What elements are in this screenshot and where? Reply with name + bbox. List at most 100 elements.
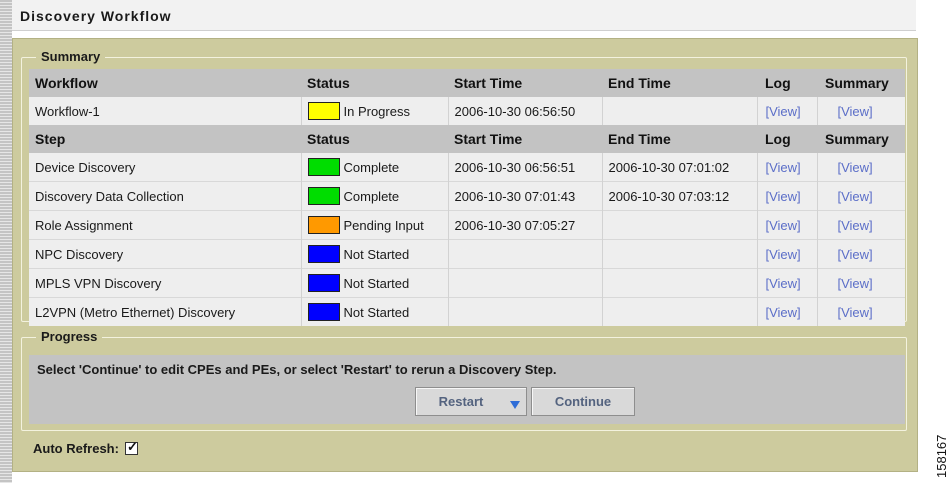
step-name: MPLS VPN Discovery — [29, 268, 302, 298]
workflow-header-row: Workflow Status Start Time End Time Log … — [29, 69, 905, 97]
workflow-log-cell: [View] — [757, 97, 818, 125]
continue-button-label: Continue — [554, 394, 612, 409]
progress-legend: Progress — [36, 329, 103, 344]
summary-legend: Summary — [36, 49, 106, 64]
progress-box: Select 'Continue' to edit CPEs and PEs, … — [29, 355, 905, 424]
header-start-time: Start Time — [448, 69, 602, 97]
step-end-time — [602, 239, 758, 269]
dropdown-arrow-icon[interactable] — [510, 401, 520, 409]
log-view-link[interactable]: [View] — [764, 276, 801, 291]
step-end-time — [602, 297, 758, 326]
step-status-cell: Complete — [301, 181, 449, 211]
step-summary-cell: [View] — [817, 297, 905, 326]
summary-view-link[interactable]: [View] — [824, 104, 873, 119]
header-summary: Summary — [817, 125, 905, 153]
summary-view-link[interactable]: [View] — [824, 276, 873, 291]
log-view-link[interactable]: [View] — [764, 189, 801, 204]
step-log-cell: [View] — [757, 181, 818, 211]
left-decorative-stripe — [0, 0, 12, 483]
status-swatch — [307, 303, 340, 321]
status-swatch — [307, 102, 340, 120]
header-status: Status — [301, 125, 448, 153]
log-view-link[interactable]: [View] — [764, 247, 801, 262]
step-status-cell: Complete — [301, 153, 449, 182]
status-swatch — [307, 274, 340, 292]
log-view-link[interactable]: [View] — [764, 104, 801, 119]
workflow-name: Workflow-1 — [29, 97, 302, 125]
log-view-link[interactable]: [View] — [764, 218, 801, 233]
step-name: Discovery Data Collection — [29, 181, 302, 211]
status-text: Complete — [343, 188, 400, 204]
workflow-end-time — [602, 97, 758, 125]
step-summary-cell: [View] — [817, 181, 905, 211]
restart-button[interactable]: Restart — [415, 387, 527, 416]
status-swatch — [307, 158, 340, 176]
step-end-time — [602, 268, 758, 298]
status-text: Not Started — [343, 246, 410, 262]
auto-refresh-checkbox[interactable]: ✓ — [124, 439, 138, 455]
step-status-cell: Not Started — [301, 297, 449, 326]
step-start-time — [448, 297, 603, 326]
step-status-cell: Not Started — [301, 268, 449, 298]
workflow-status-cell: In Progress — [301, 97, 449, 125]
step-summary-cell: [View] — [817, 210, 905, 240]
step-start-time: 2006-10-30 07:05:27 — [448, 210, 603, 240]
workflow-table: Workflow Status Start Time End Time Log … — [29, 69, 905, 326]
step-end-time — [602, 210, 758, 240]
header-end-time: End Time — [602, 69, 757, 97]
header-summary: Summary — [817, 69, 905, 97]
header-log: Log — [757, 69, 817, 97]
step-end-time: 2006-10-30 07:03:12 — [602, 181, 758, 211]
header-log: Log — [757, 125, 817, 153]
step-row: MPLS VPN Discovery Not Started [View] [V… — [29, 268, 905, 298]
header-status: Status — [301, 69, 448, 97]
status-swatch — [307, 245, 340, 263]
log-view-link[interactable]: [View] — [764, 305, 801, 320]
restart-button-label: Restart — [438, 394, 484, 409]
step-name: L2VPN (Metro Ethernet) Discovery — [29, 297, 302, 326]
step-log-cell: [View] — [757, 153, 818, 182]
step-summary-cell: [View] — [817, 239, 905, 269]
step-status-cell: Not Started — [301, 239, 449, 269]
status-text: Not Started — [343, 275, 410, 291]
auto-refresh: Auto Refresh: ✓ — [33, 439, 138, 456]
status-swatch — [307, 187, 340, 205]
title-bar: Discovery Workflow — [12, 0, 916, 31]
summary-view-link[interactable]: [View] — [824, 160, 873, 175]
auto-refresh-label: Auto Refresh: — [33, 441, 119, 456]
step-start-time: 2006-10-30 07:01:43 — [448, 181, 603, 211]
step-status-cell: Pending Input — [301, 210, 449, 240]
step-name: NPC Discovery — [29, 239, 302, 269]
progress-message: Select 'Continue' to edit CPEs and PEs, … — [37, 362, 557, 377]
step-start-time — [448, 239, 603, 269]
step-row: NPC Discovery Not Started [View] [View] — [29, 239, 905, 269]
summary-view-link[interactable]: [View] — [824, 305, 873, 320]
check-icon: ✓ — [126, 439, 138, 454]
continue-button[interactable]: Continue — [531, 387, 635, 416]
header-start-time: Start Time — [448, 125, 602, 153]
step-summary-cell: [View] — [817, 153, 905, 182]
status-text: Pending Input — [343, 217, 424, 233]
figure-id: 158167 — [934, 434, 946, 478]
log-view-link[interactable]: [View] — [764, 160, 801, 175]
step-row: L2VPN (Metro Ethernet) Discovery Not Sta… — [29, 297, 905, 326]
step-row: Role Assignment Pending Input 2006-10-30… — [29, 210, 905, 240]
step-end-time: 2006-10-30 07:01:02 — [602, 153, 758, 182]
header-step: Step — [29, 125, 301, 153]
step-name: Role Assignment — [29, 210, 302, 240]
summary-view-link[interactable]: [View] — [824, 218, 873, 233]
step-row: Discovery Data Collection Complete 2006-… — [29, 181, 905, 211]
page-title: Discovery Workflow — [20, 8, 172, 24]
workflow-summary-cell: [View] — [817, 97, 905, 125]
step-start-time: 2006-10-30 06:56:51 — [448, 153, 603, 182]
summary-view-link[interactable]: [View] — [824, 189, 873, 204]
step-summary-cell: [View] — [817, 268, 905, 298]
status-text: In Progress — [343, 103, 410, 119]
status-swatch — [307, 216, 340, 234]
step-header-row: Step Status Start Time End Time Log Summ… — [29, 125, 905, 153]
step-log-cell: [View] — [757, 297, 818, 326]
header-workflow: Workflow — [29, 69, 301, 97]
summary-view-link[interactable]: [View] — [824, 247, 873, 262]
step-start-time — [448, 268, 603, 298]
step-log-cell: [View] — [757, 268, 818, 298]
